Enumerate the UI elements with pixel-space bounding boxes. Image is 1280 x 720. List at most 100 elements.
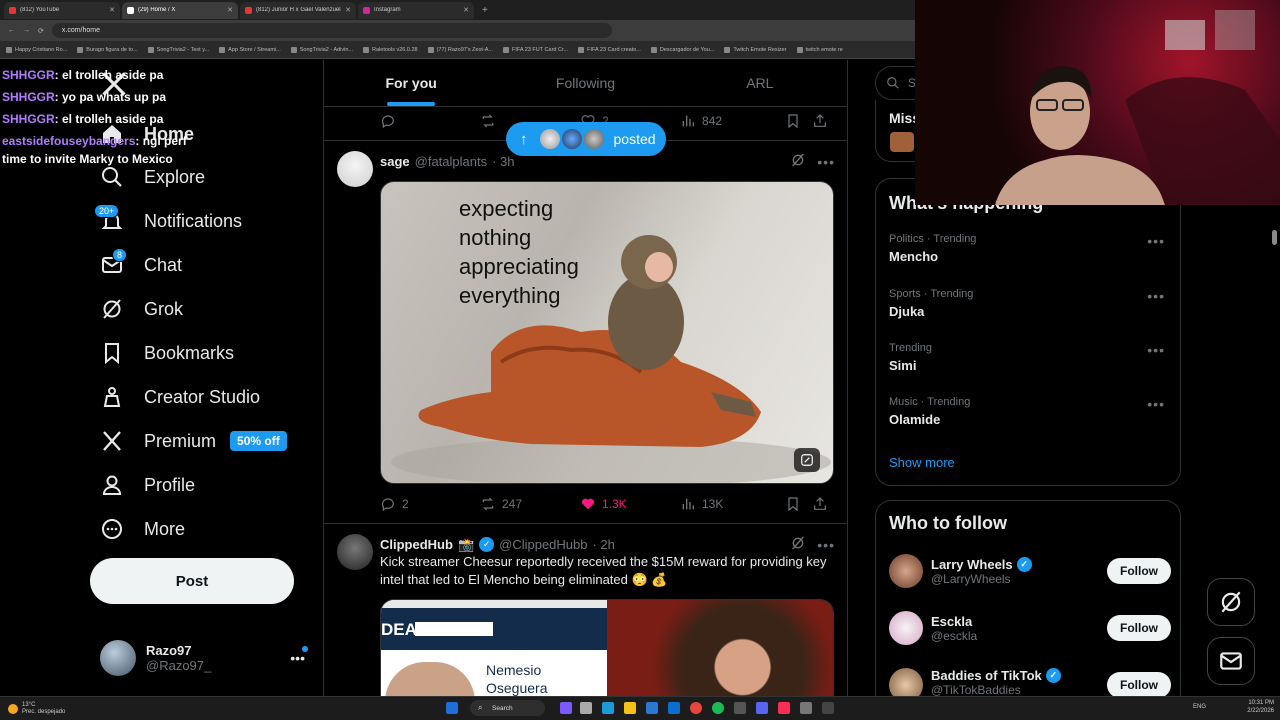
follow-suggestion[interactable]: Esckla @esckla Follow — [889, 608, 1171, 648]
bookmark-item[interactable]: SongTrivia2 - Test y... — [147, 46, 209, 53]
address-bar-row: ← → ⟳ x.com/home — [0, 20, 915, 41]
app-icon[interactable] — [778, 702, 790, 714]
tweet-media-image[interactable]: DEA Nemesio Oseguera — [380, 599, 834, 696]
tab-following[interactable]: Following — [498, 60, 672, 106]
more-dots-icon[interactable]: ••• — [817, 154, 835, 170]
bookmark-button[interactable] — [785, 496, 812, 512]
follow-button[interactable]: Follow — [1107, 558, 1171, 584]
bookmark-item[interactable]: App Store / Streami... — [219, 46, 281, 53]
nav-chat[interactable]: 8 Chat — [100, 248, 182, 280]
share-button[interactable] — [812, 113, 828, 129]
tweet-media-image[interactable]: expecting nothing appreciating everythin… — [380, 181, 834, 484]
trend-item[interactable]: Trending Simi ••• — [889, 342, 1171, 373]
more-dots-icon[interactable]: ••• — [1147, 288, 1165, 304]
webcam-overlay — [915, 0, 1280, 205]
more-dots-icon[interactable]: ••• — [1147, 396, 1165, 412]
new-posts-pill[interactable]: ↑ posted — [506, 122, 666, 156]
trend-item[interactable]: Music · Trending Olamide ••• — [889, 396, 1171, 427]
views-button[interactable]: 842 — [680, 113, 785, 129]
windows-start-icon[interactable] — [446, 702, 458, 714]
scrollbar-thumb[interactable] — [1272, 230, 1277, 245]
taskbar-search[interactable]: ⌕ Search — [470, 700, 545, 716]
back-icon[interactable]: ← — [8, 27, 15, 34]
weather-widget[interactable]: 13°C Prec. despejado — [22, 702, 65, 716]
nav-notifications[interactable]: 20+ Notifications — [94, 204, 242, 236]
nav-premium[interactable]: Premium 50% off — [100, 426, 287, 456]
share-icon — [814, 114, 826, 127]
follow-suggestion[interactable]: Baddies of TikTok ✓ @TikTokBaddies Follow — [889, 665, 1171, 696]
nav-profile[interactable]: Profile — [100, 470, 195, 500]
bookmark-item[interactable]: SongTrivia2 - Adivin... — [290, 46, 353, 53]
spotify-icon[interactable] — [712, 702, 724, 714]
close-icon[interactable]: ✕ — [463, 6, 469, 14]
new-tab-button[interactable]: + — [476, 5, 488, 16]
nav-grok[interactable]: Grok — [100, 294, 183, 324]
reload-icon[interactable]: ⟳ — [38, 27, 44, 35]
follow-button[interactable]: Follow — [1107, 615, 1171, 641]
show-more-link[interactable]: Show more — [889, 455, 955, 470]
tab-arl[interactable]: ARL — [673, 60, 847, 106]
nav-more[interactable]: More — [100, 514, 185, 544]
language-indicator[interactable]: ENG — [1193, 704, 1206, 710]
forward-icon[interactable]: → — [23, 27, 30, 34]
mail-app-icon[interactable] — [668, 702, 680, 714]
views-button[interactable]: 13K — [680, 496, 785, 512]
close-icon[interactable]: ✕ — [345, 6, 351, 14]
bookmark-item[interactable]: FIFA 23 Card creato... — [578, 46, 641, 53]
more-dots-icon[interactable]: ••• — [817, 537, 835, 553]
nav-bookmarks[interactable]: Bookmarks — [100, 338, 234, 368]
repost-button[interactable]: 247 — [480, 496, 580, 512]
avatar[interactable] — [337, 534, 373, 570]
trend-item[interactable]: Politics · Trending Mencho ••• — [889, 233, 1171, 264]
reply-button[interactable]: 2 — [380, 496, 480, 512]
app-icon[interactable] — [580, 702, 592, 714]
store-icon[interactable] — [646, 702, 658, 714]
avatar[interactable] — [337, 151, 373, 187]
grok-floating-button[interactable] — [1207, 578, 1255, 626]
bookmark-item[interactable]: Happy Cristiano Ro... — [6, 46, 67, 53]
follow-suggestion[interactable]: Larry Wheels ✓ @LarryWheels Follow — [889, 551, 1171, 591]
follow-button[interactable]: Follow — [1107, 672, 1171, 696]
reply-button[interactable] — [380, 113, 480, 129]
discord-icon[interactable] — [756, 702, 768, 714]
camera-emoji-icon: 📸 — [457, 536, 475, 552]
nav-creator-studio[interactable]: Creator Studio — [100, 382, 260, 412]
browser-tab-youtube-2[interactable]: (812) Junior H x Gael Valenzuela ✕ — [240, 1, 356, 19]
post-button[interactable]: Post — [90, 558, 294, 604]
weather-icon — [8, 703, 18, 714]
more-dots-icon[interactable]: ••• — [1147, 342, 1165, 358]
browser-tab-youtube[interactable]: (812) YouTube ✕ — [4, 1, 120, 19]
close-icon[interactable]: ✕ — [227, 6, 233, 14]
bookmark-item[interactable]: (77) Razo97's Zest-A... — [427, 46, 493, 53]
more-dots-icon[interactable]: ••• — [1147, 233, 1165, 249]
clock[interactable]: 10:31 PM 2/22/2026 — [1240, 699, 1274, 715]
account-switcher[interactable]: Razo97 @Razo97_ ••• — [100, 638, 315, 678]
app-icon[interactable] — [560, 702, 572, 714]
share-button[interactable] — [812, 496, 828, 512]
browser-tab-x-home[interactable]: (29) Home / X ✕ — [122, 1, 238, 19]
bookmark-item[interactable]: Twitch Emote Resizer — [724, 46, 787, 53]
edge-icon[interactable] — [602, 702, 614, 714]
app-icon[interactable] — [734, 702, 746, 714]
app-icon[interactable] — [822, 702, 834, 714]
close-icon[interactable]: ✕ — [109, 6, 115, 14]
bookmark-button[interactable] — [785, 113, 812, 129]
like-button[interactable]: 1.3K — [580, 496, 680, 512]
messages-floating-button[interactable] — [1207, 637, 1255, 685]
whats-happening-card: What's happening — [875, 178, 1181, 486]
bookmark-item[interactable]: Raletools v26.0.28 — [363, 46, 418, 53]
bookmark-item[interactable]: Burago figura de to... — [77, 46, 138, 53]
url-field[interactable]: x.com/home — [51, 23, 612, 38]
grok-icon[interactable] — [790, 535, 806, 554]
grok-icon[interactable] — [790, 152, 806, 171]
chrome-icon[interactable] — [690, 702, 702, 714]
file-explorer-icon[interactable] — [624, 702, 636, 714]
bookmark-item[interactable]: FIFA 23 FUT Card Cr... — [502, 46, 568, 53]
bookmark-item[interactable]: Descargador de You... — [650, 46, 714, 53]
obs-icon[interactable] — [800, 702, 812, 714]
bookmark-item[interactable]: twitch emote re — [796, 46, 843, 53]
browser-tab-instagram[interactable]: Instagram ✕ — [358, 1, 474, 19]
trend-item[interactable]: Sports · Trending Djuka ••• — [889, 288, 1171, 319]
image-edit-icon[interactable] — [794, 448, 820, 472]
tab-for-you[interactable]: For you — [324, 60, 498, 106]
